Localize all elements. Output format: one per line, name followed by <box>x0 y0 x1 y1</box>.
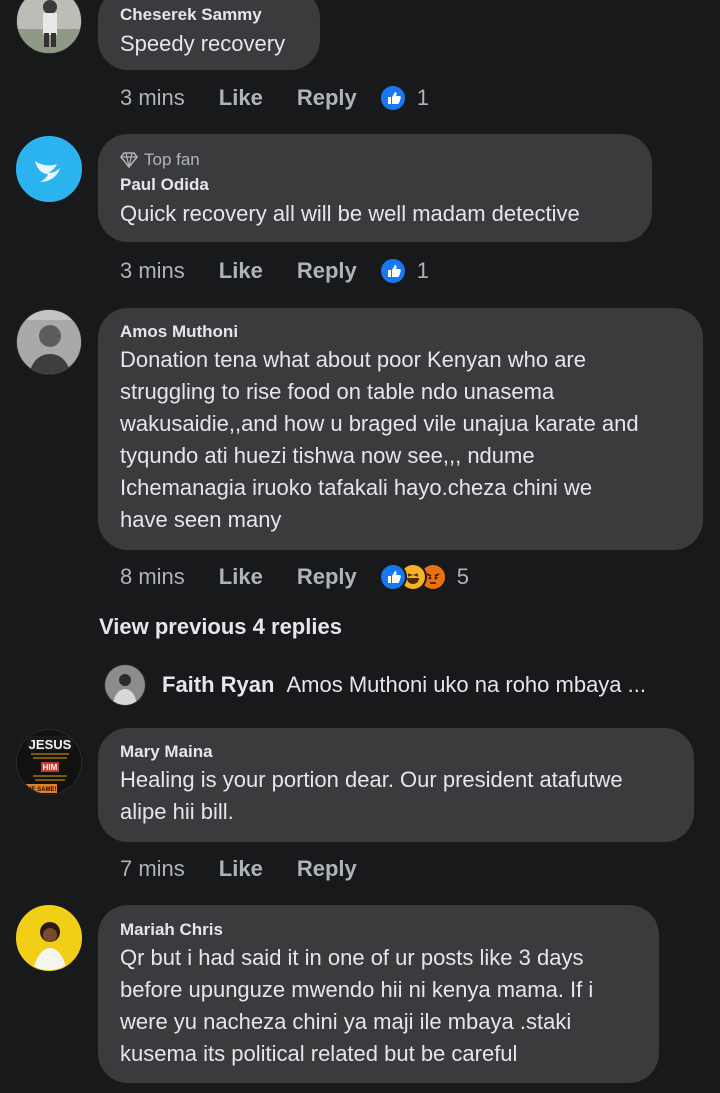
comment-text: Quick recovery all will be well madam de… <box>120 201 580 226</box>
like-button[interactable]: Like <box>219 258 263 284</box>
top-fan-label: Top fan <box>144 150 200 169</box>
avatar-mariah-chris[interactable] <box>16 905 82 971</box>
reply-button[interactable]: Reply <box>297 258 357 284</box>
avatar-amos-muthoni[interactable] <box>16 309 82 375</box>
reaction-count: 5 <box>456 564 469 589</box>
comment-text-line: Ichemanagia iruoko tafakali hayo.cheza c… <box>120 475 593 500</box>
comment-text-line: Healing is your portion dear. Our presid… <box>120 767 623 792</box>
comment-actions: 8 mins Like Reply 5 <box>120 562 469 592</box>
comment-text-line: struggling to rise food on table ndo una… <box>120 379 555 404</box>
person-photo-icon <box>17 310 81 374</box>
comment-text-line: alipe hii bill. <box>120 799 234 824</box>
comment-timestamp[interactable]: 8 mins <box>120 564 185 590</box>
comment-text-line: tyqundo ati huezi tishwa now see,,, ndum… <box>120 443 535 468</box>
comment-author[interactable]: Paul Odida <box>120 174 630 196</box>
like-button[interactable]: Like <box>219 564 263 590</box>
comment-text-line: kusema its political related but be care… <box>120 1041 518 1066</box>
comment-text-line: wakusaidie,,and how u braged vile unajua… <box>120 411 639 436</box>
comment-text-line: have seen many <box>120 507 282 532</box>
diamond-icon <box>120 152 138 168</box>
comment-author[interactable]: Cheserek Sammy <box>120 4 298 26</box>
comment-author[interactable]: Amos Muthoni <box>120 321 681 343</box>
poster-title: JESUS <box>29 737 72 752</box>
reply-button[interactable]: Reply <box>297 85 357 111</box>
reply-button[interactable]: Reply <box>297 856 357 882</box>
comment-actions: 7 mins Like Reply <box>120 854 391 884</box>
jesus-poster-image: JESUS HIM THE SAME! <box>17 730 81 794</box>
comment-bubble: Mariah Chris Qr but i had said it in one… <box>98 905 659 1083</box>
poster-him: HIM <box>43 763 58 772</box>
person-photo-icon <box>105 665 145 705</box>
comment-bubble: Mary Maina Healing is your portion dear.… <box>98 728 694 842</box>
reply-text: Amos Muthoni uko na roho mbaya ... <box>286 672 646 697</box>
avatar-mary-maina[interactable]: JESUS HIM THE SAME! <box>16 729 82 795</box>
reaction-count: 1 <box>416 258 429 283</box>
reply-preview[interactable]: Faith Ryan Amos Muthoni uko na roho mbay… <box>104 664 646 706</box>
reaction-count: 1 <box>416 85 429 110</box>
comment-actions: 3 mins Like Reply 1 <box>120 83 429 113</box>
comment-author[interactable]: Mariah Chris <box>120 919 637 941</box>
reactions-summary[interactable]: 5 <box>378 563 469 591</box>
like-reaction-icon <box>378 84 407 112</box>
comment-text-line: were yu nacheza chini ya maji ile mbaya … <box>120 1009 572 1034</box>
comment-author[interactable]: Mary Maina <box>120 741 672 763</box>
comment-text: Speedy recovery <box>120 31 286 56</box>
comment-bubble: Amos Muthoni Donation tena what about po… <box>98 308 703 550</box>
bird-logo-icon <box>17 137 81 201</box>
comment-timestamp[interactable]: 7 mins <box>120 856 185 882</box>
comment-timestamp[interactable]: 3 mins <box>120 85 185 111</box>
person-photo-icon <box>17 0 81 53</box>
reactions-summary[interactable]: 1 <box>378 257 429 285</box>
avatar-paul-odida[interactable] <box>16 136 82 202</box>
comment-bubble: Top fan Paul Odida Quick recovery all wi… <box>98 134 652 242</box>
avatar-faith-ryan[interactable] <box>104 664 146 706</box>
comment-bubble: Cheserek Sammy Speedy recovery <box>98 0 320 70</box>
comment-text-line: Donation tena what about poor Kenyan who… <box>120 347 586 372</box>
reactions-summary[interactable]: 1 <box>378 84 429 112</box>
like-reaction-icon <box>378 563 407 591</box>
like-button[interactable]: Like <box>219 85 263 111</box>
avatar-cheserek-sammy[interactable] <box>16 0 82 54</box>
reply-author[interactable]: Faith Ryan <box>162 672 274 698</box>
comment-text-line: Qr but i had said it in one of ur posts … <box>120 945 584 970</box>
like-button[interactable]: Like <box>219 856 263 882</box>
comment-text-line: before upunguze mwendo hii ni kenya mama… <box>120 977 594 1002</box>
comment-timestamp[interactable]: 3 mins <box>120 258 185 284</box>
top-fan-badge: Top fan <box>120 149 630 171</box>
person-photo-icon <box>17 906 81 970</box>
view-previous-replies-link[interactable]: View previous 4 replies <box>99 614 342 640</box>
comment-actions: 3 mins Like Reply 1 <box>120 256 429 286</box>
like-reaction-icon <box>378 257 407 285</box>
reply-button[interactable]: Reply <box>297 564 357 590</box>
poster-same: THE SAME! <box>24 787 57 793</box>
